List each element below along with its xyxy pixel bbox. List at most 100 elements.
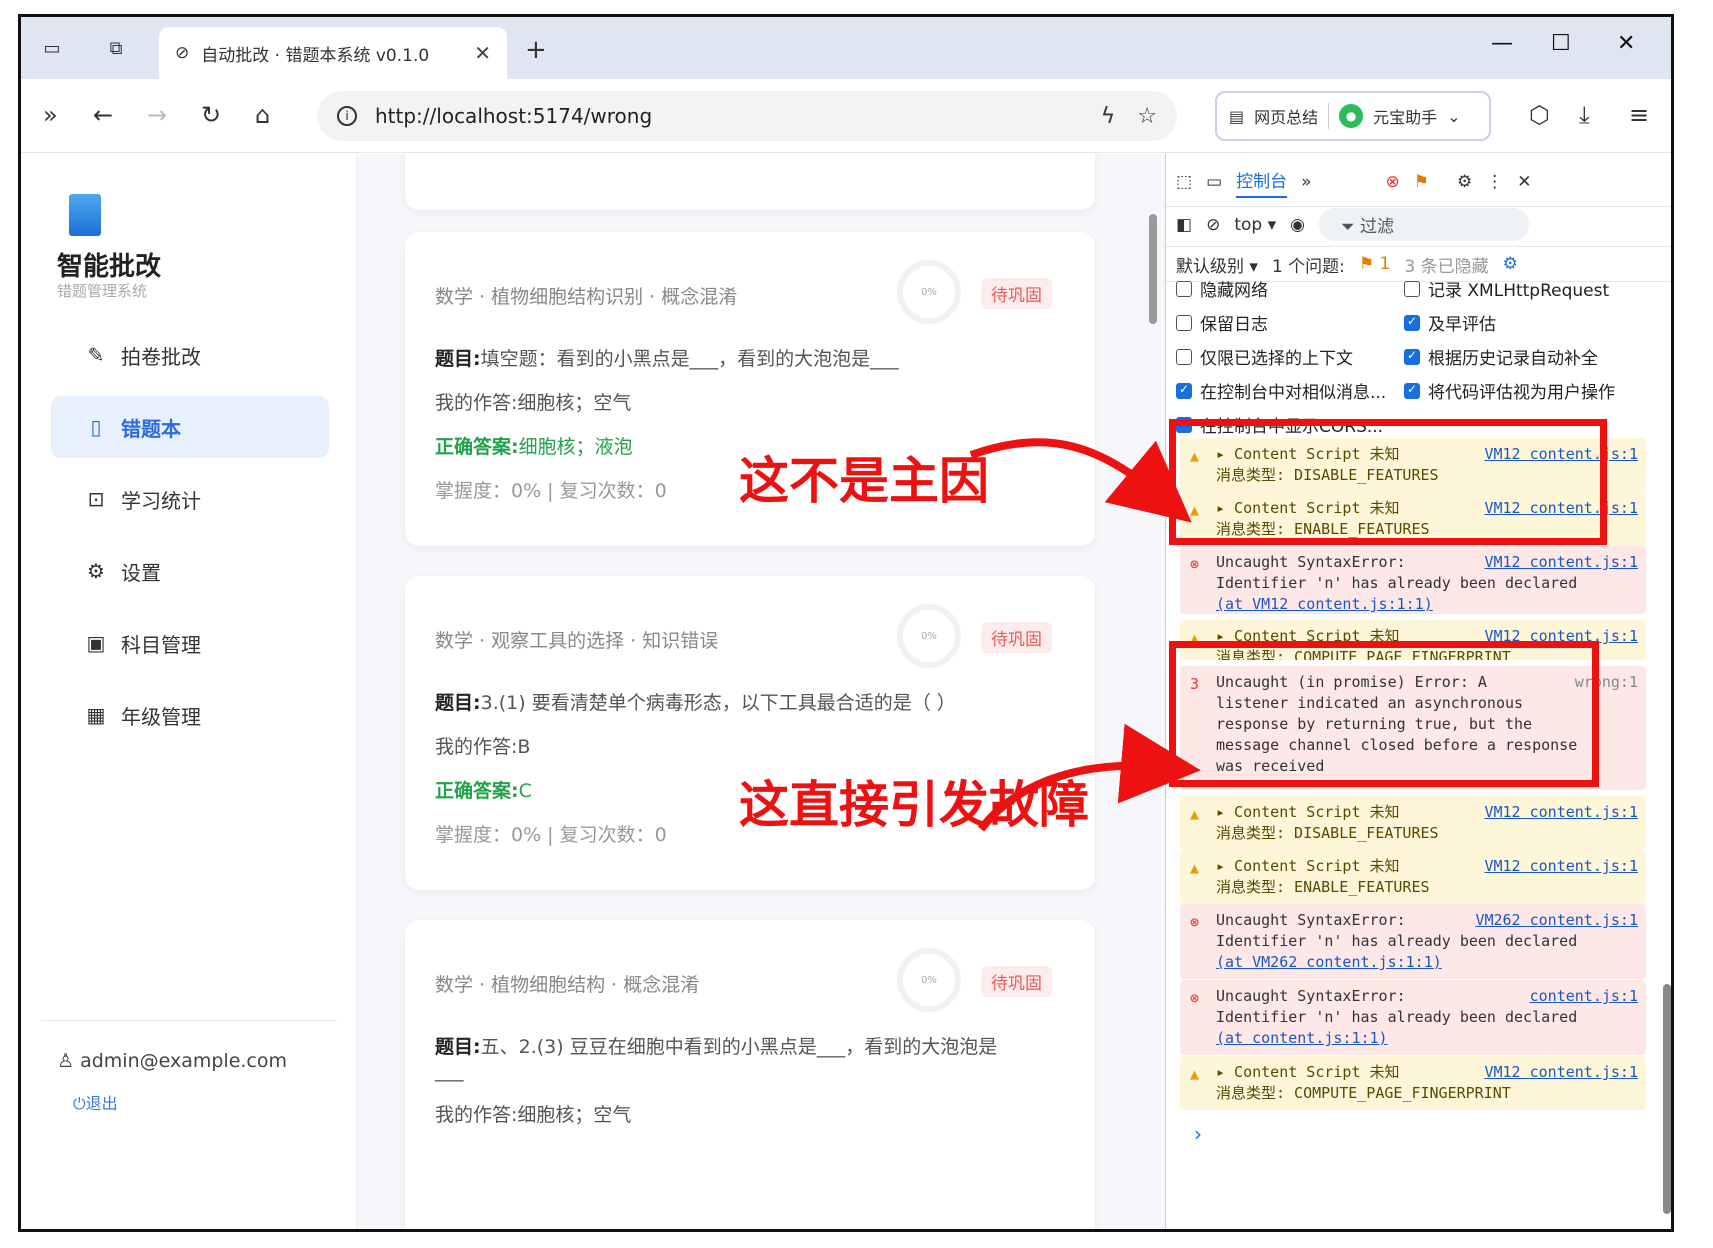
- url-text[interactable]: http://localhost:5174/wrong: [375, 104, 1079, 128]
- option-group-similar[interactable]: 在控制台中对相似消息...: [1176, 378, 1386, 403]
- source-link[interactable]: content.js:1: [1530, 986, 1638, 1007]
- source-link[interactable]: VM12 content.js:1: [1484, 802, 1638, 823]
- sidebar-item-subjects[interactable]: ▣ 科目管理: [51, 612, 329, 674]
- device-toggle-icon[interactable]: ▭: [1206, 172, 1222, 192]
- option-autocomplete[interactable]: 根据历史记录自动补全: [1404, 344, 1598, 369]
- kebab-menu-icon[interactable]: ⋮: [1486, 172, 1503, 192]
- log-line[interactable]: (at VM12 content.js:1:1): [1216, 594, 1638, 614]
- status-badge: 待巩固: [981, 966, 1052, 997]
- sidebar-icon[interactable]: ◧: [1176, 215, 1192, 235]
- issues-count[interactable]: ⚑ 1: [1359, 254, 1390, 274]
- new-tab-button[interactable]: +: [525, 35, 547, 65]
- option-hide-network[interactable]: 隐藏网络: [1176, 276, 1268, 301]
- option-eager-eval[interactable]: 及早评估: [1404, 310, 1496, 335]
- console-message[interactable]: ⊗ content.js:1 Uncaught SyntaxError: Identi…: [1180, 980, 1646, 1055]
- issues-label[interactable]: 1 个问题:: [1272, 252, 1345, 277]
- option-selected-context[interactable]: 仅限已选择的上下文: [1176, 344, 1353, 369]
- page-summary-button[interactable]: 网页总结: [1254, 104, 1318, 128]
- error-count-icon[interactable]: ⊗: [1386, 172, 1400, 192]
- level-select[interactable]: 默认级别 ▾: [1176, 252, 1258, 277]
- my-answer-text: 细胞核；空气: [517, 392, 632, 414]
- maximize-icon[interactable]: ☐: [1551, 31, 1571, 56]
- checkbox[interactable]: [1404, 382, 1420, 399]
- tab-console[interactable]: 控制台: [1236, 167, 1288, 198]
- extensions-icon[interactable]: ⬡: [1529, 101, 1550, 129]
- summary-icon: ▤: [1229, 106, 1245, 126]
- address-bar[interactable]: i http://localhost:5174/wrong ϟ ☆: [317, 91, 1177, 141]
- scrollbar[interactable]: [1663, 984, 1671, 1214]
- console-message[interactable]: ▲ VM12 content.js:1 ▸ Content Script 未知 消息类…: [1180, 850, 1646, 904]
- source-link[interactable]: VM12 content.js:1: [1484, 856, 1638, 877]
- tab-list-icon[interactable]: ⧉: [97, 31, 135, 65]
- browser-tab[interactable]: ⊘ 自动批改 · 错题本系统 v0.1.0 ✕: [159, 27, 507, 79]
- checkbox[interactable]: [1176, 348, 1192, 365]
- progress-ring: 0%: [897, 260, 961, 324]
- progress-ring: 0%: [897, 948, 961, 1012]
- bookmark-star-icon[interactable]: ☆: [1137, 104, 1157, 129]
- option-log-xhr[interactable]: 记录 XMLHttpRequest: [1404, 276, 1609, 301]
- logout-button[interactable]: ⏻退出: [73, 1090, 118, 1114]
- minimize-icon[interactable]: —: [1491, 31, 1513, 56]
- tab-close-icon[interactable]: ✕: [474, 41, 491, 65]
- issue-flag-icon[interactable]: ⚑: [1414, 172, 1429, 192]
- sidebar-item-wrongbook[interactable]: ▯ 错题本: [51, 396, 329, 458]
- progress-ring: 0%: [897, 604, 961, 668]
- console-prompt[interactable]: ›: [1194, 1122, 1202, 1146]
- source-link[interactable]: VM12 content.js:1: [1484, 552, 1638, 573]
- checkbox[interactable]: [1404, 314, 1420, 331]
- lightning-icon[interactable]: ϟ: [1101, 104, 1116, 129]
- source-link[interactable]: VM262 content.js:1: [1475, 910, 1638, 931]
- forward-icon[interactable]: →: [147, 101, 167, 129]
- console-settings-icon[interactable]: ⚙: [1503, 254, 1518, 274]
- checkbox[interactable]: [1404, 348, 1420, 365]
- more-tabs-icon[interactable]: »: [1301, 172, 1311, 192]
- funnel-icon: ⏷: [1340, 217, 1360, 237]
- logout-label: 退出: [85, 1094, 118, 1113]
- download-icon[interactable]: ⤓: [1579, 101, 1590, 129]
- console-message[interactable]: ▲ VM12 content.js:1 ▸ Content Script 未知 消息类…: [1180, 796, 1646, 850]
- back-icon[interactable]: ←: [93, 101, 113, 129]
- console-message[interactable]: ⊗ VM262 content.js:1 Uncaught SyntaxError:…: [1180, 904, 1646, 979]
- correct-answer-label: 正确答案:: [435, 780, 519, 802]
- home-icon[interactable]: ⌂: [255, 101, 270, 129]
- scrollbar[interactable]: [1149, 214, 1157, 324]
- site-info-icon[interactable]: i: [337, 106, 357, 126]
- source-link[interactable]: VM12 content.js:1: [1484, 1062, 1638, 1083]
- menu-icon[interactable]: ≡: [1629, 101, 1649, 129]
- sidebar-item-settings[interactable]: ⚙ 设置: [51, 540, 329, 602]
- log-line[interactable]: (at VM262 content.js:1:1): [1216, 952, 1638, 973]
- close-icon[interactable]: ✕: [1517, 172, 1531, 192]
- option-preserve-log[interactable]: 保留日志: [1176, 310, 1268, 335]
- wrong-card[interactable]: 数学 · 观察工具的选择 · 知识错误 0% 待巩固 题目:3.(1) 要看清楚…: [405, 576, 1095, 890]
- chevron-down-icon[interactable]: ⌄: [1447, 107, 1460, 126]
- checkbox[interactable]: [1176, 382, 1192, 399]
- console-message[interactable]: ⊗ VM12 content.js:1 Uncaught SyntaxError: I…: [1180, 546, 1646, 614]
- option-label: 根据历史记录自动补全: [1428, 349, 1598, 369]
- wrong-card[interactable]: 数学 · 植物细胞结构 · 概念混淆 0% 待巩固 题目:五、2.(3) 豆豆在…: [405, 920, 1095, 1229]
- checkbox[interactable]: [1176, 280, 1192, 297]
- log-line[interactable]: (at content.js:1:1): [1216, 1028, 1638, 1049]
- my-answer-label: 我的作答:: [435, 736, 518, 758]
- sidebar-item-stats[interactable]: ⊡ 学习统计: [51, 468, 329, 530]
- context-select[interactable]: top ▾: [1234, 215, 1276, 235]
- expand-icon[interactable]: »: [43, 101, 58, 129]
- console-message[interactable]: ▲ VM12 content.js:1 ▸ Content Script 未知 消息类…: [1180, 1056, 1646, 1110]
- gear-icon[interactable]: ⚙: [1457, 172, 1472, 192]
- sidebar-item-grades[interactable]: ▦ 年级管理: [51, 684, 329, 746]
- eye-icon[interactable]: ◉: [1290, 215, 1305, 235]
- checkbox[interactable]: [1404, 280, 1420, 297]
- yuanbao-button[interactable]: 元宝助手: [1373, 104, 1437, 128]
- inspect-icon[interactable]: ⬚: [1176, 172, 1192, 192]
- sidebar-item-label: 设置: [121, 560, 161, 585]
- checkbox[interactable]: [1176, 314, 1192, 331]
- sidebar-item-label: 学习统计: [121, 488, 201, 513]
- option-user-activation[interactable]: 将代码评估视为用户操作: [1404, 378, 1615, 403]
- window-close-icon[interactable]: ✕: [1617, 31, 1635, 56]
- sidebar-toggle-icon[interactable]: ▭: [33, 31, 71, 65]
- reload-icon[interactable]: ↻: [201, 101, 221, 129]
- devtools-tabs: ⬚ ▭ 控制台 » ⊗ ⚑ ⚙ ⋮ ✕: [1166, 164, 1671, 200]
- user-email: ♙ admin@example.com: [57, 1050, 287, 1072]
- filter-input[interactable]: ⏷ 过滤: [1318, 208, 1529, 241]
- sidebar-item-grading[interactable]: ✎ 拍卷批改: [51, 324, 329, 386]
- clear-icon[interactable]: ⊘: [1206, 215, 1220, 235]
